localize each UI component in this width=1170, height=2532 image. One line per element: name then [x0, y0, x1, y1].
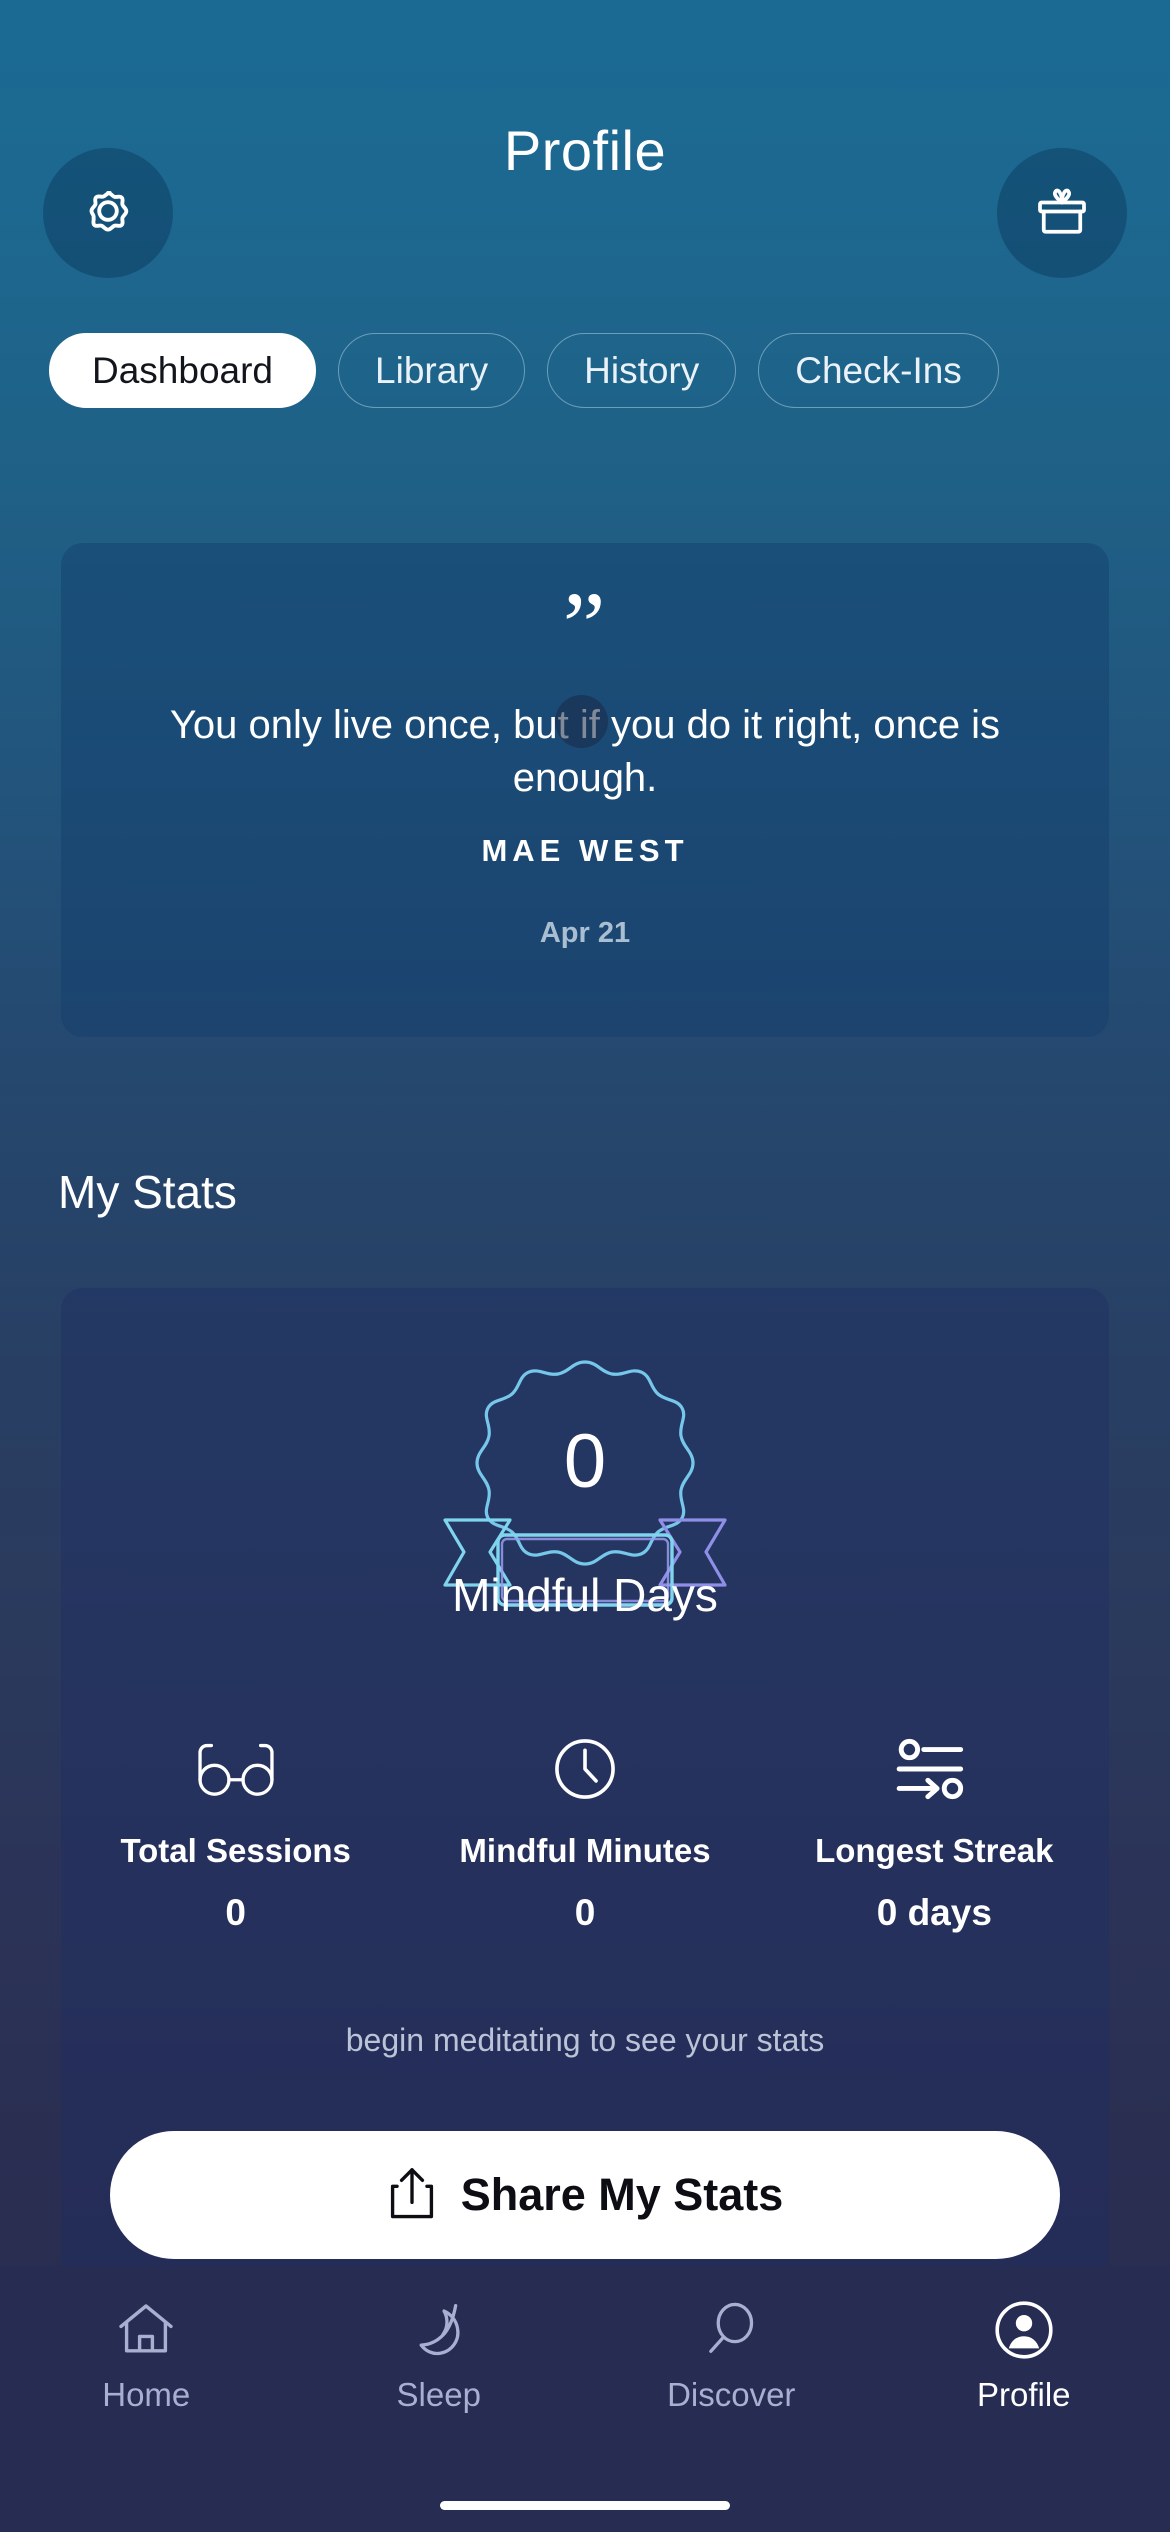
nav-label: Sleep [396, 2376, 481, 2413]
bottom-navigation-bar: Home Sleep Discover Profile [0, 2266, 1170, 2532]
profile-tab-bar: Dashboard Library History Check-Ins [0, 333, 1170, 408]
quote-mark-icon: ” [562, 572, 608, 679]
nav-item-sleep[interactable]: Sleep [293, 2294, 586, 2414]
stat-value: 0 [574, 1892, 596, 1933]
nav-label: Profile [976, 2376, 1071, 2413]
app-header: Profile [0, 0, 1170, 300]
quote-date: Apr 21 [539, 916, 631, 949]
moon-icon [408, 2294, 470, 2366]
gifts-button[interactable] [997, 148, 1127, 278]
stat-total-sessions: Total Sessions 0 [61, 1730, 410, 1934]
my-stats-title: My Stats [58, 1166, 237, 1218]
daily-quote-card[interactable]: ” You only live once, but if you do it r… [61, 543, 1109, 1037]
quote-decorative-dot [555, 695, 608, 748]
page-title: Profile [503, 118, 667, 182]
share-button-label: Share My Stats [460, 2169, 784, 2220]
stat-label: Total Sessions [120, 1832, 351, 1869]
glasses-icon [193, 1730, 279, 1808]
nav-label: Home [102, 2376, 191, 2413]
home-indicator [440, 2501, 730, 2510]
gift-icon [1032, 181, 1092, 246]
mindful-days-value: 0 [563, 1419, 607, 1504]
tab-dashboard[interactable]: Dashboard [49, 333, 317, 408]
stat-label: Mindful Minutes [459, 1832, 711, 1869]
nav-item-discover[interactable]: Discover [585, 2294, 878, 2414]
stat-label: Longest Streak [815, 1832, 1054, 1869]
mindful-days-label: Mindful Days [452, 1569, 718, 1621]
mindful-days-badge: 0 Mindful Days [61, 1340, 1109, 1680]
quote-author: MAE WEST [481, 832, 689, 868]
streak-icon [893, 1730, 975, 1808]
stats-row: Total Sessions 0 Mindful Minutes 0 Longe… [61, 1730, 1109, 1934]
nav-label: Discover [667, 2376, 796, 2413]
tab-library[interactable]: Library [338, 333, 526, 408]
stat-mindful-minutes: Mindful Minutes 0 [410, 1730, 759, 1934]
clock-icon [551, 1730, 619, 1808]
nav-item-home[interactable]: Home [0, 2294, 293, 2414]
home-icon [114, 2294, 178, 2366]
nav-item-profile[interactable]: Profile [878, 2294, 1170, 2414]
stat-value: 0 [225, 1892, 246, 1933]
search-icon [700, 2294, 762, 2366]
stat-longest-streak: Longest Streak 0 days [760, 1730, 1109, 1934]
share-my-stats-button[interactable]: Share My Stats [110, 2131, 1060, 2259]
stat-value: 0 days [876, 1892, 992, 1933]
person-circle-icon [992, 2294, 1056, 2366]
stats-hint: begin meditating to see your stats [345, 2022, 825, 2058]
tab-check-ins[interactable]: Check-Ins [758, 333, 999, 408]
tab-history[interactable]: History [547, 333, 737, 408]
share-icon [387, 2165, 437, 2226]
